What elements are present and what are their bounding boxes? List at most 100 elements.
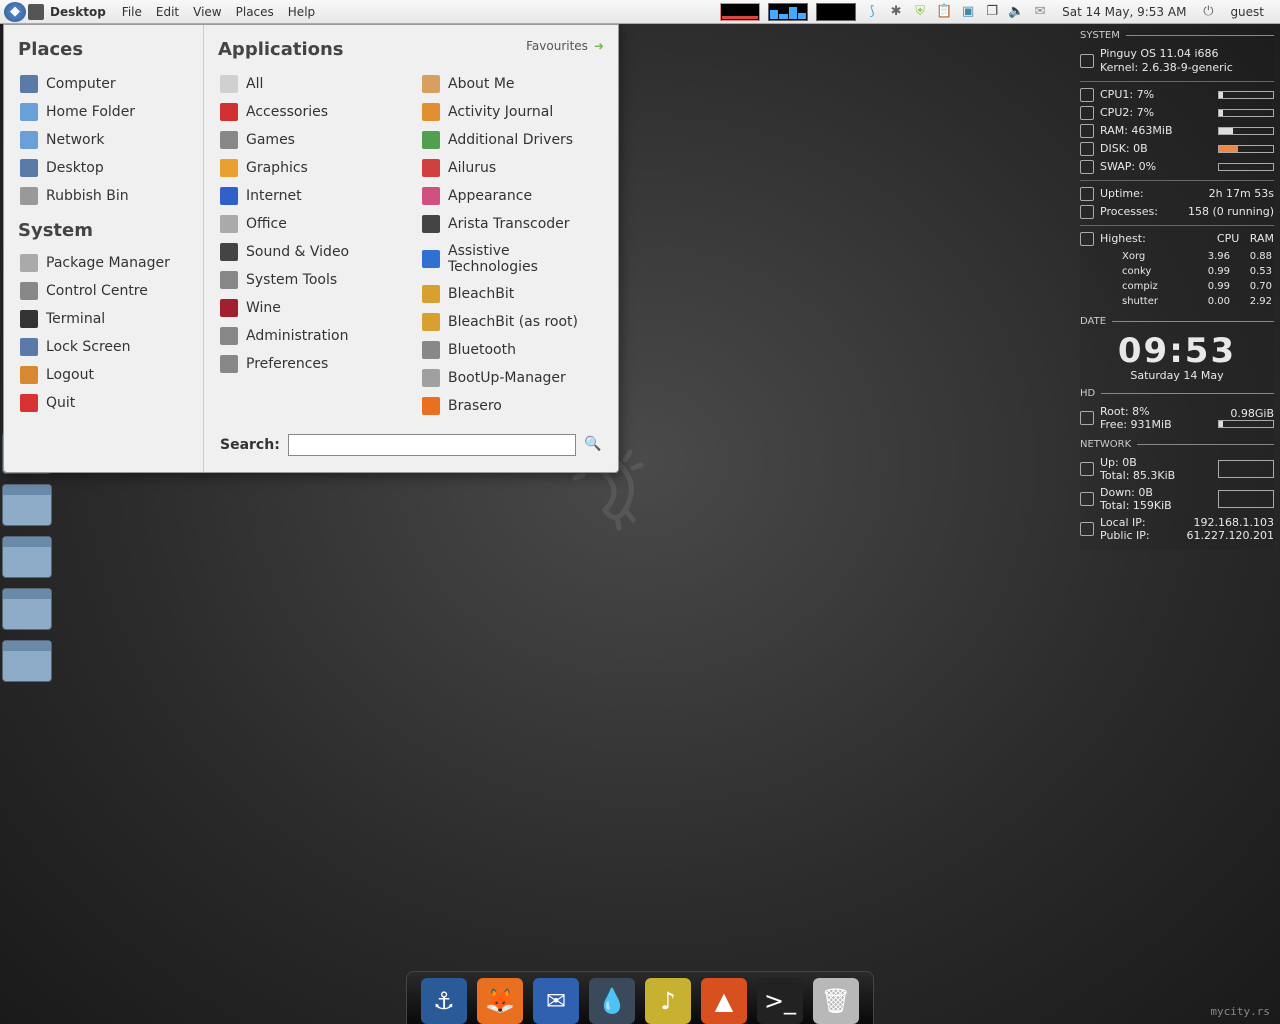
app-item-9[interactable]: Bluetooth (416, 336, 608, 364)
category-item-4[interactable]: Internet (214, 182, 406, 210)
power-icon[interactable]: ⏻ (1200, 4, 1216, 20)
places-item-2[interactable]: Network (14, 126, 193, 154)
system-item-3[interactable]: Lock Screen (14, 333, 193, 361)
upload-icon (1080, 462, 1094, 476)
app-item-3[interactable]: Ailurus (416, 154, 608, 182)
category-item-5[interactable]: Office (214, 210, 406, 238)
settings-icon[interactable]: ✱ (888, 4, 904, 20)
category-item-0[interactable]: All (214, 70, 406, 98)
places-item-3[interactable]: Desktop (14, 154, 193, 182)
category-item-2[interactable]: Games (214, 126, 406, 154)
dock-thunderbird[interactable]: ✉ (533, 978, 579, 1024)
favourites-link[interactable]: Favourites ➜ (526, 39, 604, 53)
conky-net-legend: NETWORK (1080, 439, 1137, 450)
app-item-10[interactable]: BootUp-Manager (416, 364, 608, 392)
app-item-10-label: BootUp-Manager (448, 370, 566, 386)
category-item-10[interactable]: Preferences (214, 350, 406, 378)
conky-date-legend: DATE (1080, 316, 1112, 327)
search-icon[interactable]: 🔍 (584, 436, 602, 454)
cpu-monitor[interactable] (720, 3, 760, 21)
conky-kernel: Kernel: 2.6.38-9-generic (1100, 61, 1233, 75)
shield-icon[interactable]: ⛨ (912, 4, 928, 20)
dock-firefox[interactable]: 🦊 (477, 978, 523, 1024)
app-item-2[interactable]: Additional Drivers (416, 126, 608, 154)
app-item-0[interactable]: About Me (416, 70, 608, 98)
category-item-9[interactable]: Administration (214, 322, 406, 350)
main-menu-button[interactable]: ◆ (4, 2, 26, 22)
dock-rhythmbox[interactable]: ♪ (645, 978, 691, 1024)
clipboard-icon[interactable]: 📋 (936, 4, 952, 20)
places-item-3-icon (20, 159, 38, 177)
user-label[interactable]: guest (1224, 5, 1270, 19)
app-item-8-icon (422, 313, 440, 331)
app-title: Desktop (46, 5, 114, 19)
category-item-7[interactable]: System Tools (214, 266, 406, 294)
app-item-7[interactable]: BleachBit (416, 280, 608, 308)
app-item-1[interactable]: Activity Journal (416, 98, 608, 126)
places-item-4[interactable]: Rubbish Bin (14, 182, 193, 210)
conky-time: 09:53 (1080, 331, 1274, 371)
category-item-3[interactable]: Graphics (214, 154, 406, 182)
menu-help[interactable]: Help (282, 5, 321, 19)
category-item-4-label: Internet (246, 188, 302, 204)
net-monitor[interactable] (768, 3, 808, 21)
system-item-3-icon (20, 338, 38, 356)
app-item-8[interactable]: BleachBit (as root) (416, 308, 608, 336)
system-item-0-label: Package Manager (46, 255, 170, 271)
clock[interactable]: Sat 14 May, 9:53 AM (1056, 5, 1192, 19)
system-item-1[interactable]: Control Centre (14, 277, 193, 305)
category-item-1[interactable]: Accessories (214, 98, 406, 126)
dock-vlc[interactable]: ▲ (701, 978, 747, 1024)
app-item-11[interactable]: Brasero (416, 392, 608, 420)
file-manager-icon[interactable] (28, 4, 44, 20)
menu-file[interactable]: File (116, 5, 148, 19)
downloads-folder[interactable] (2, 640, 52, 682)
places-item-1[interactable]: Home Folder (14, 98, 193, 126)
system-item-1-icon (20, 282, 38, 300)
app-item-4[interactable]: Appearance (416, 182, 608, 210)
app-item-11-label: Brasero (448, 398, 502, 414)
places-item-0[interactable]: Computer (14, 70, 193, 98)
conky-root: Root: 8% (1100, 405, 1172, 418)
weather-icon[interactable]: ⟆ (864, 4, 880, 20)
cpu2-bar (1218, 109, 1274, 117)
system-item-5-icon (20, 394, 38, 412)
system-item-4[interactable]: Logout (14, 361, 193, 389)
system-item-2[interactable]: Terminal (14, 305, 193, 333)
system-heading: System (18, 220, 193, 241)
search-input[interactable] (288, 434, 576, 456)
system-item-4-icon (20, 366, 38, 384)
desktop-switcher-icon[interactable]: ▣ (960, 4, 976, 20)
places-heading: Places (14, 39, 193, 60)
category-item-8[interactable]: Wine (214, 294, 406, 322)
category-item-6[interactable]: Sound & Video (214, 238, 406, 266)
dock-trash[interactable]: 🗑 (813, 978, 859, 1024)
disk-monitor[interactable] (816, 3, 856, 21)
videos-folder[interactable] (2, 588, 52, 630)
category-item-5-label: Office (246, 216, 287, 232)
dock-docky[interactable]: ⚓ (421, 978, 467, 1024)
app-item-5[interactable]: Arista Transcoder (416, 210, 608, 238)
menu-places[interactable]: Places (230, 5, 280, 19)
disk-icon (1080, 142, 1094, 156)
menu-edit[interactable]: Edit (150, 5, 185, 19)
system-item-4-label: Logout (46, 367, 94, 383)
pictures-folder[interactable] (2, 536, 52, 578)
volume-icon[interactable]: 🔈 (1008, 4, 1024, 20)
places-item-0-label: Computer (46, 76, 116, 92)
dock-deluge[interactable]: 💧 (589, 978, 635, 1024)
app-item-6-label: Assistive Technologies (448, 243, 602, 275)
dock-terminal[interactable]: >_ (757, 978, 803, 1024)
app-item-7-icon (422, 285, 440, 303)
system-item-0[interactable]: Package Manager (14, 249, 193, 277)
workspace-icon[interactable]: ❐ (984, 4, 1000, 20)
mail-icon[interactable]: ✉ (1032, 4, 1048, 20)
conky-col-ram: RAM (1250, 232, 1274, 245)
app-item-6[interactable]: Assistive Technologies (416, 238, 608, 280)
swap-icon (1080, 160, 1094, 174)
system-item-5[interactable]: Quit (14, 389, 193, 417)
menu-view[interactable]: View (187, 5, 227, 19)
system-item-2-label: Terminal (46, 311, 105, 327)
music-folder[interactable] (2, 484, 52, 526)
category-item-5-icon (220, 215, 238, 233)
